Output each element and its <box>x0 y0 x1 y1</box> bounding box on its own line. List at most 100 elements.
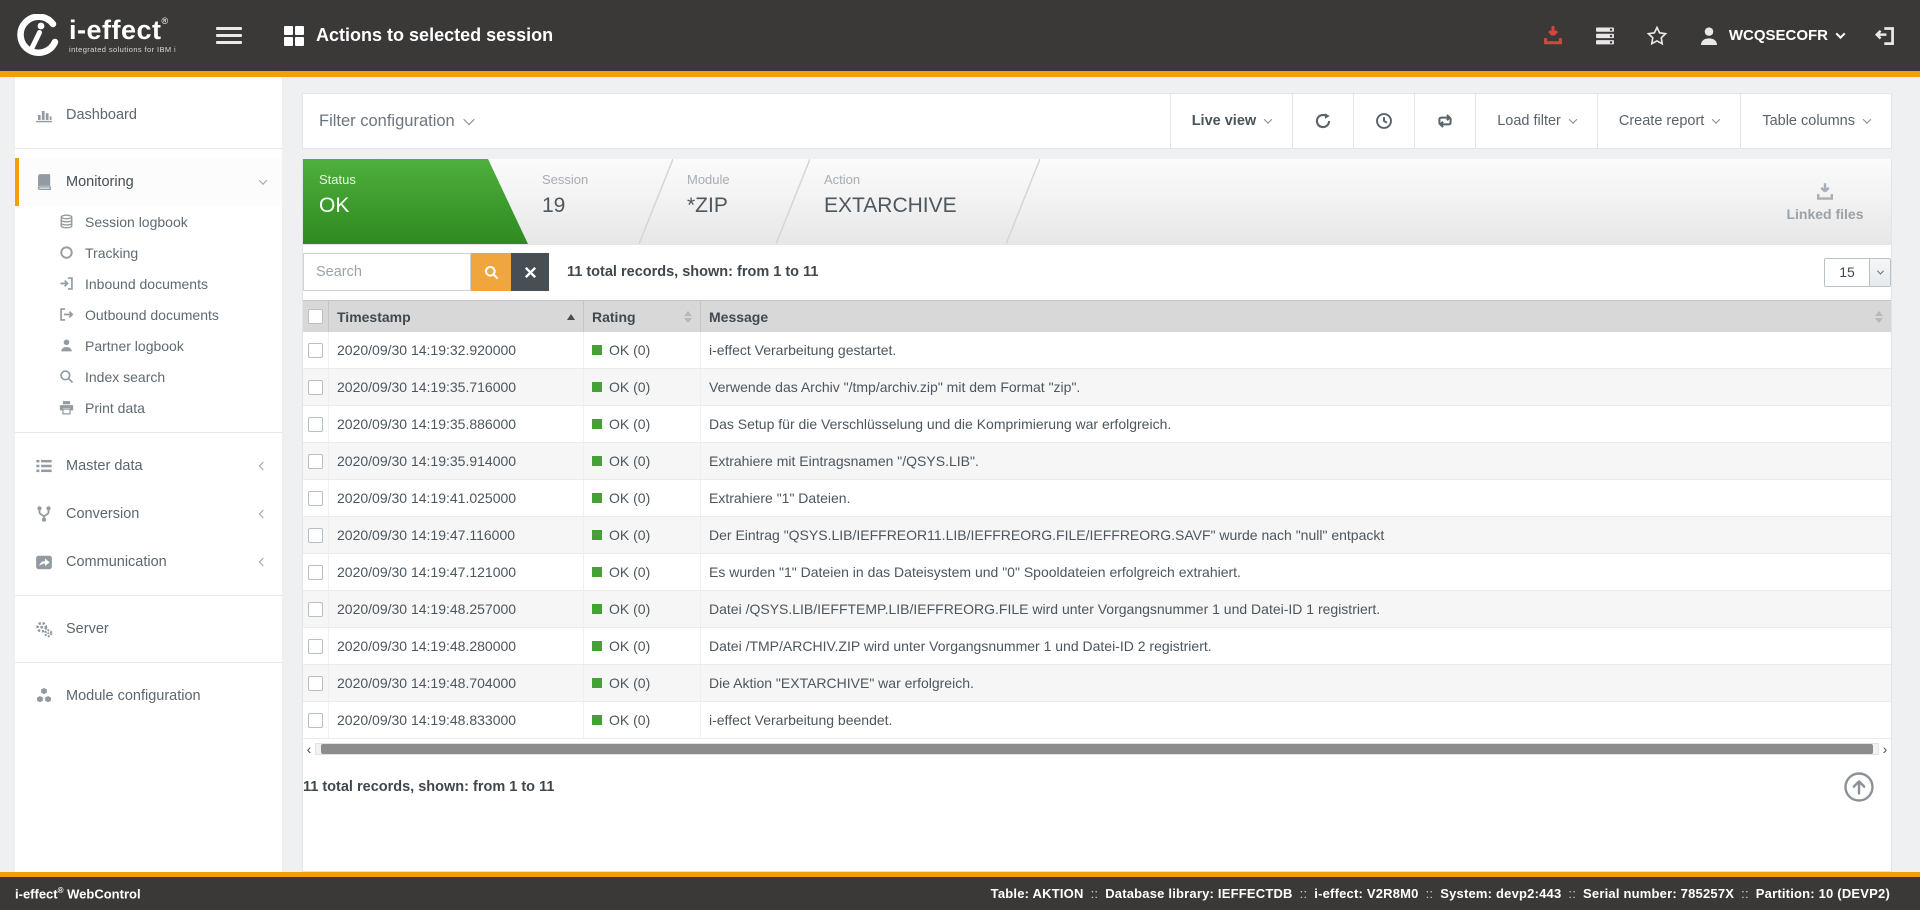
repeat-icon <box>1436 112 1454 130</box>
row-checkbox[interactable] <box>308 639 323 654</box>
sidebar-item-label: Session logbook <box>85 214 188 230</box>
sidebar-item-module-configuration[interactable]: Module configuration <box>15 672 282 720</box>
share-icon <box>35 553 53 571</box>
chevron-down-icon <box>1836 29 1846 39</box>
rating-cell: OK (0) <box>584 702 701 738</box>
layers-icon <box>59 214 74 229</box>
row-checkbox[interactable] <box>308 491 323 506</box>
table-row[interactable]: 2020/09/30 14:19:48.704000OK (0)Die Akti… <box>303 665 1891 702</box>
sidebar-item-conversion[interactable]: Conversion <box>15 490 282 538</box>
row-checkbox[interactable] <box>308 602 323 617</box>
sidebar-item-session-logbook[interactable]: Session logbook <box>15 206 282 237</box>
linked-files-button[interactable]: Linked files <box>1759 159 1891 244</box>
table-row[interactable]: 2020/09/30 14:19:32.920000OK (0)i-effect… <box>303 332 1891 369</box>
search-input[interactable] <box>303 253 471 291</box>
table-row[interactable]: 2020/09/30 14:19:35.716000OK (0)Verwende… <box>303 369 1891 406</box>
message-cell: Das Setup für die Verschlüsselung und di… <box>701 406 1891 442</box>
app-logo[interactable]: i-effect® integrated solutions for IBM i <box>15 14 176 58</box>
sidebar-item-communication[interactable]: Communication <box>15 538 282 586</box>
row-checkbox-cell <box>303 517 329 553</box>
table-columns-dropdown[interactable]: Table columns <box>1740 94 1891 148</box>
schedule-button[interactable] <box>1353 94 1414 148</box>
sidebar-item-outbound-documents[interactable]: Outbound documents <box>15 299 282 330</box>
scroll-to-top-button[interactable] <box>1843 771 1875 803</box>
download-alert-icon[interactable] <box>1542 25 1564 47</box>
footer-segment: Table: AKTION <box>991 886 1084 901</box>
table-row[interactable]: 2020/09/30 14:19:41.025000OK (0)Extrahie… <box>303 480 1891 517</box>
table-row[interactable]: 2020/09/30 14:19:48.833000OK (0)i-effect… <box>303 702 1891 739</box>
filter-tab-session[interactable]: Session19 <box>528 159 673 244</box>
sidebar-item-label: Monitoring <box>66 174 134 190</box>
footer-product: i-effect® WebControl <box>15 886 141 901</box>
sort-asc-icon <box>567 314 575 320</box>
scroll-left-arrow[interactable]: ‹ <box>303 742 315 756</box>
row-checkbox-cell <box>303 406 329 442</box>
timestamp-cell: 2020/09/30 14:19:48.704000 <box>329 665 584 701</box>
row-checkbox[interactable] <box>308 713 323 728</box>
column-header-rating[interactable]: Rating <box>584 301 701 332</box>
load-filter-dropdown[interactable]: Load filter <box>1475 94 1597 148</box>
column-label: Rating <box>592 309 636 325</box>
select-all-checkbox[interactable] <box>308 309 323 324</box>
user-menu[interactable]: WCQSECOFR <box>1698 25 1844 47</box>
sidebar-item-tracking[interactable]: Tracking <box>15 237 282 268</box>
live-view-dropdown[interactable]: Live view <box>1170 94 1292 148</box>
table-row[interactable]: 2020/09/30 14:19:48.257000OK (0)Datei /Q… <box>303 591 1891 628</box>
clear-search-button[interactable] <box>511 253 549 291</box>
sidebar-item-label: Server <box>66 621 109 637</box>
message-cell: Extrahiere mit Eintragsnamen "/QSYS.LIB"… <box>701 443 1891 479</box>
filter-tab-module[interactable]: Module*ZIP <box>673 159 810 244</box>
sidebar-item-server[interactable]: Server <box>15 605 282 653</box>
filter-configuration-dropdown[interactable]: Filter configuration <box>303 94 473 148</box>
sidebar-item-dashboard[interactable]: Dashboard <box>15 91 282 139</box>
timestamp-cell: 2020/09/30 14:19:48.257000 <box>329 591 584 627</box>
sidebar-item-partner-logbook[interactable]: Partner logbook <box>15 330 282 361</box>
list-icon <box>35 457 53 475</box>
records-summary-top: 11 total records, shown: from 1 to 11 <box>567 264 818 280</box>
message-cell: Extrahiere "1" Dateien. <box>701 480 1891 516</box>
message-cell: Datei /TMP/ARCHIV.ZIP wird unter Vorgang… <box>701 628 1891 664</box>
row-checkbox[interactable] <box>308 528 323 543</box>
create-report-dropdown[interactable]: Create report <box>1597 94 1740 148</box>
table-row[interactable]: 2020/09/30 14:19:35.886000OK (0)Das Setu… <box>303 406 1891 443</box>
sidebar-item-monitoring[interactable]: Monitoring <box>15 158 282 206</box>
refresh-button[interactable] <box>1292 94 1353 148</box>
filter-tab-action[interactable]: ActionEXTARCHIVE <box>810 159 1040 244</box>
search-button[interactable] <box>471 253 511 291</box>
scrollbar-thumb[interactable] <box>321 744 1873 754</box>
table-row[interactable]: 2020/09/30 14:19:47.116000OK (0)Der Eint… <box>303 517 1891 554</box>
table-row[interactable]: 2020/09/30 14:19:47.121000OK (0)Es wurde… <box>303 554 1891 591</box>
row-checkbox[interactable] <box>308 565 323 580</box>
column-header-message[interactable]: Message <box>701 301 1891 332</box>
filter-tab-value: *ZIP <box>687 194 810 218</box>
column-header-timestamp[interactable]: Timestamp <box>329 301 584 332</box>
repeat-button[interactable] <box>1414 94 1475 148</box>
scrollbar-track[interactable] <box>315 743 1879 755</box>
message-cell: Der Eintrag "QSYS.LIB/IEFFREOR11.LIB/IEF… <box>701 517 1891 553</box>
table-row[interactable]: 2020/09/30 14:19:35.914000OK (0)Extrahie… <box>303 443 1891 480</box>
filter-bar: Filter configuration Live view Load filte… <box>302 93 1892 149</box>
sidebar-item-index-search[interactable]: Index search <box>15 361 282 392</box>
table-row[interactable]: 2020/09/30 14:19:48.280000OK (0)Datei /T… <box>303 628 1891 665</box>
sidebar-item-label: Print data <box>85 400 145 416</box>
server-status-icon[interactable] <box>1594 25 1616 47</box>
row-checkbox[interactable] <box>308 454 323 469</box>
rating-cell: OK (0) <box>584 332 701 368</box>
scroll-right-arrow[interactable]: › <box>1879 742 1891 756</box>
book-icon <box>35 173 53 191</box>
row-checkbox-cell <box>303 628 329 664</box>
row-checkbox[interactable] <box>308 417 323 432</box>
search-icon <box>484 265 499 280</box>
row-checkbox[interactable] <box>308 343 323 358</box>
row-checkbox[interactable] <box>308 380 323 395</box>
row-checkbox[interactable] <box>308 676 323 691</box>
row-checkbox-cell <box>303 443 329 479</box>
sidebar-item-print-data[interactable]: Print data <box>15 392 282 423</box>
sidebar-item-inbound-documents[interactable]: Inbound documents <box>15 268 282 299</box>
page-size-select[interactable]: 15 <box>1824 258 1891 287</box>
favorites-star-icon[interactable] <box>1646 25 1668 47</box>
hamburger-menu-icon[interactable] <box>216 27 242 44</box>
logout-icon[interactable] <box>1874 25 1896 47</box>
sidebar-item-master-data[interactable]: Master data <box>15 442 282 490</box>
filter-tab-status[interactable]: StatusOK <box>303 159 528 244</box>
